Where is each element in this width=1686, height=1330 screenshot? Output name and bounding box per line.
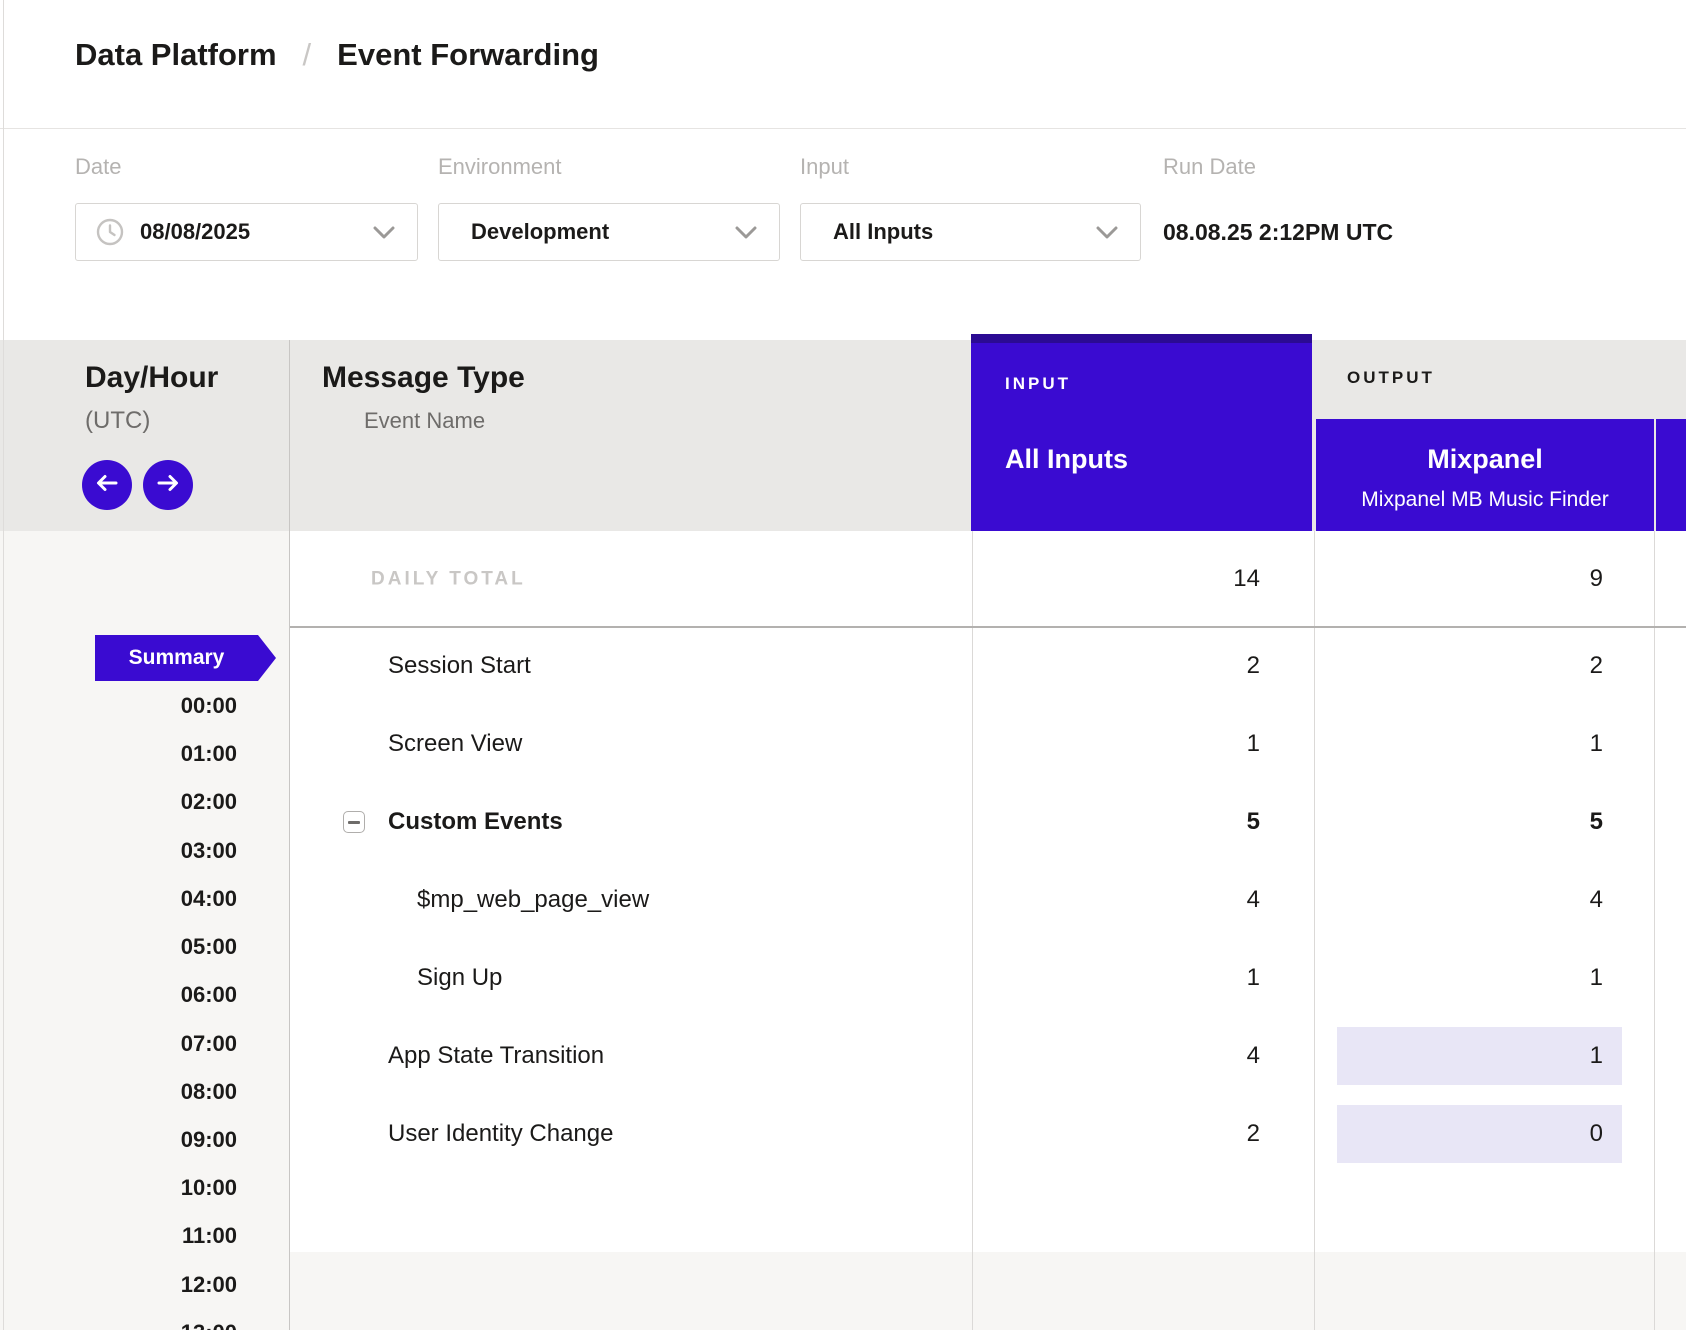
hour-item-00[interactable]: 00:00 [0,693,237,718]
daily-total-input-value: 14 [972,567,1260,591]
highlighted-output-cell[interactable]: 1 [1337,1027,1622,1085]
mixpanel-column-header[interactable]: Mixpanel Mixpanel MB Music Finder [1316,419,1654,531]
summary-row-selector[interactable]: Summary [95,635,258,681]
table-row-mp-web-page-view: $mp_web_page_view 4 4 [0,861,1686,939]
daily-total-label: DAILY TOTAL [371,570,526,589]
input-section-label: INPUT [1005,375,1071,392]
environment-filter-label: Environment [438,156,562,178]
hour-item-02[interactable]: 02:00 [0,789,237,814]
daily-total-row: DAILY TOTAL 14 9 [0,531,1686,627]
next-day-button[interactable] [143,460,193,510]
row-input-value: 5 [972,810,1260,834]
date-dropdown-value: 08/08/2025 [140,221,250,243]
arrow-left-icon [95,474,119,497]
time-rail-border [289,340,290,1330]
row-input-value: 1 [972,732,1260,756]
event-forwarding-page: Data Platform / Event Forwarding Date En… [0,0,1686,1330]
row-output-value: 2 [1314,654,1603,678]
table-row-sign-up: Sign Up 1 1 [0,939,1686,1017]
highlighted-output-cell[interactable]: 0 [1337,1105,1622,1163]
row-input-value: 4 [972,1044,1260,1068]
header-divider [0,128,1686,129]
breadcrumb-separator: / [303,38,312,72]
day-hour-timezone: (UTC) [85,409,150,433]
row-output-value: 1 [1314,966,1603,990]
row-label: App State Transition [388,1044,604,1068]
date-dropdown[interactable]: 08/08/2025 [75,203,418,261]
hour-item-09[interactable]: 09:00 [0,1127,237,1152]
output-section-label: OUTPUT [1347,369,1435,386]
hour-item-03[interactable]: 03:00 [0,838,237,863]
mixpanel-column-title: Mixpanel [1316,446,1654,473]
row-label: Session Start [388,654,531,678]
chevron-down-icon [1096,226,1118,239]
hour-item-06[interactable]: 06:00 [0,982,237,1007]
run-date-label: Run Date [1163,156,1256,178]
hour-item-08[interactable]: 08:00 [0,1079,237,1104]
row-output-value: 5 [1314,810,1603,834]
date-filter-label: Date [75,156,121,178]
hour-item-01[interactable]: 01:00 [0,741,237,766]
hour-item-11[interactable]: 11:00 [0,1223,237,1248]
previous-day-button[interactable] [82,460,132,510]
row-input-value: 1 [972,966,1260,990]
hour-item-12[interactable]: 12:00 [0,1272,237,1297]
hour-item-05[interactable]: 05:00 [0,934,237,959]
row-output-value: 4 [1314,888,1603,912]
daily-total-separator [290,626,1686,628]
arrow-right-icon [156,474,180,497]
environment-dropdown[interactable]: Development [438,203,780,261]
input-column-title: All Inputs [1005,446,1128,473]
chevron-down-icon [735,226,757,239]
input-dropdown[interactable]: All Inputs [800,203,1141,261]
input-filter-label: Input [800,156,849,178]
hour-item-10[interactable]: 10:00 [0,1175,237,1200]
mixpanel-column-subtitle: Mixpanel MB Music Finder [1316,489,1654,510]
row-label: Screen View [388,732,522,756]
breadcrumb: Data Platform / Event Forwarding [75,38,599,72]
input-column-header-accent [971,334,1312,343]
column-border-output-next [1654,531,1655,1330]
row-output-value: 1 [1590,1042,1603,1070]
day-hour-header: Day/Hour [85,363,218,393]
row-output-value: 1 [1314,732,1603,756]
page-left-border [3,0,4,1330]
row-input-value: 4 [972,888,1260,912]
row-label: $mp_web_page_view [417,888,649,912]
run-date-value: 08.08.25 2:12PM UTC [1163,203,1393,261]
input-column-header[interactable]: INPUT All Inputs [971,334,1312,531]
event-name-subheader: Event Name [364,410,485,432]
table-row-screen-view: Screen View 1 1 [0,705,1686,783]
table-row-app-state-transition: App State Transition 4 1 [0,1017,1686,1095]
chevron-down-icon [373,226,395,239]
collapse-minus-icon[interactable] [343,811,365,833]
clock-icon [96,218,124,246]
summary-selector-arrow [258,635,276,681]
table-row-custom-events: Custom Events 5 5 [0,783,1686,861]
hour-item-07[interactable]: 07:00 [0,1031,237,1056]
table-footer-area [290,1252,1686,1330]
daily-total-output-value: 9 [1314,567,1603,591]
row-output-value: 0 [1590,1120,1603,1148]
column-border-input-output [1314,531,1315,1330]
hour-item-13[interactable]: 13:00 [0,1320,237,1330]
table-row-user-identity-change: User Identity Change 2 0 [0,1095,1686,1173]
hour-item-04[interactable]: 04:00 [0,886,237,911]
row-input-value: 2 [972,1122,1260,1146]
breadcrumb-event-forwarding: Event Forwarding [337,38,599,72]
column-border-message-input [972,531,973,1330]
row-input-value: 2 [972,654,1260,678]
breadcrumb-data-platform[interactable]: Data Platform [75,38,277,72]
next-output-column-header-partial[interactable] [1656,419,1686,531]
row-label: Sign Up [417,966,502,990]
environment-dropdown-value: Development [471,221,609,243]
row-label: Custom Events [388,810,563,834]
input-dropdown-value: All Inputs [833,221,933,243]
row-label: User Identity Change [388,1122,613,1146]
message-type-header: Message Type [322,363,525,393]
